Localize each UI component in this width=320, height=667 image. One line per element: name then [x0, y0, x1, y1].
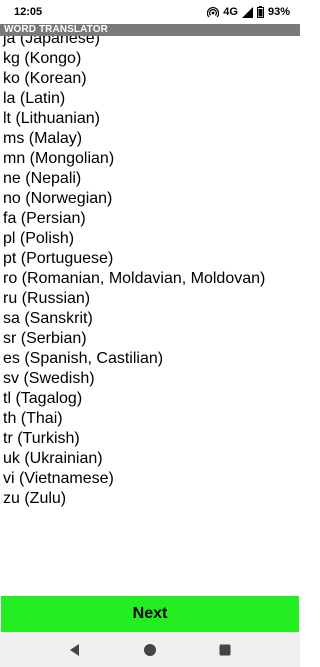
language-item[interactable]: tr (Turkish) — [3, 429, 265, 449]
language-item[interactable]: lt (Lithuanian) — [3, 109, 265, 129]
signal-icon — [241, 6, 253, 18]
language-item[interactable]: ja (Japanese) — [3, 36, 265, 49]
language-item[interactable]: kg (Kongo) — [3, 49, 265, 69]
language-list-viewport[interactable]: ja (Japanese) kg (Kongo) ko (Korean) la (La… — [0, 36, 300, 596]
battery-icon — [256, 6, 264, 18]
language-item[interactable]: sr (Serbian) — [3, 329, 265, 349]
language-item[interactable]: ru (Russian) — [3, 289, 265, 309]
language-item[interactable]: ko (Korean) — [3, 69, 265, 89]
language-list: ja (Japanese) kg (Kongo) ko (Korean) la (La… — [3, 36, 265, 509]
language-item[interactable]: vi (Vietnamese) — [3, 469, 265, 489]
back-icon[interactable] — [63, 638, 87, 662]
hotspot-icon — [207, 6, 220, 18]
app-title: WORD TRANSLATOR — [0, 24, 300, 36]
status-bar: 12:05 4G 93% — [0, 0, 300, 24]
recents-icon[interactable] — [213, 638, 237, 662]
language-item[interactable]: ms (Malay) — [3, 129, 265, 149]
navigation-bar — [0, 632, 300, 667]
next-button[interactable]: Next — [1, 596, 299, 632]
language-item[interactable]: la (Latin) — [3, 89, 265, 109]
language-item[interactable]: zu (Zulu) — [3, 489, 265, 509]
language-item[interactable]: mn (Mongolian) — [3, 149, 265, 169]
network-type: 4G — [223, 6, 238, 18]
language-item[interactable]: ne (Nepali) — [3, 169, 265, 189]
language-item[interactable]: pt (Portuguese) — [3, 249, 265, 269]
language-item[interactable]: uk (Ukrainian) — [3, 449, 265, 469]
home-icon[interactable] — [138, 638, 162, 662]
language-item[interactable]: tl (Tagalog) — [3, 389, 265, 409]
language-item[interactable]: th (Thai) — [3, 409, 265, 429]
status-icons: 4G 93% — [207, 6, 290, 18]
language-item[interactable]: pl (Polish) — [3, 229, 265, 249]
language-item[interactable]: sv (Swedish) — [3, 369, 265, 389]
language-item[interactable]: no (Norwegian) — [3, 189, 265, 209]
battery-level: 93% — [267, 6, 290, 18]
status-time: 12:05 — [14, 6, 43, 18]
language-item[interactable]: sa (Sanskrit) — [3, 309, 265, 329]
language-item[interactable]: fa (Persian) — [3, 209, 265, 229]
language-item[interactable]: ro (Romanian, Moldavian, Moldovan) — [3, 269, 265, 289]
language-item[interactable]: es (Spanish, Castilian) — [3, 349, 265, 369]
